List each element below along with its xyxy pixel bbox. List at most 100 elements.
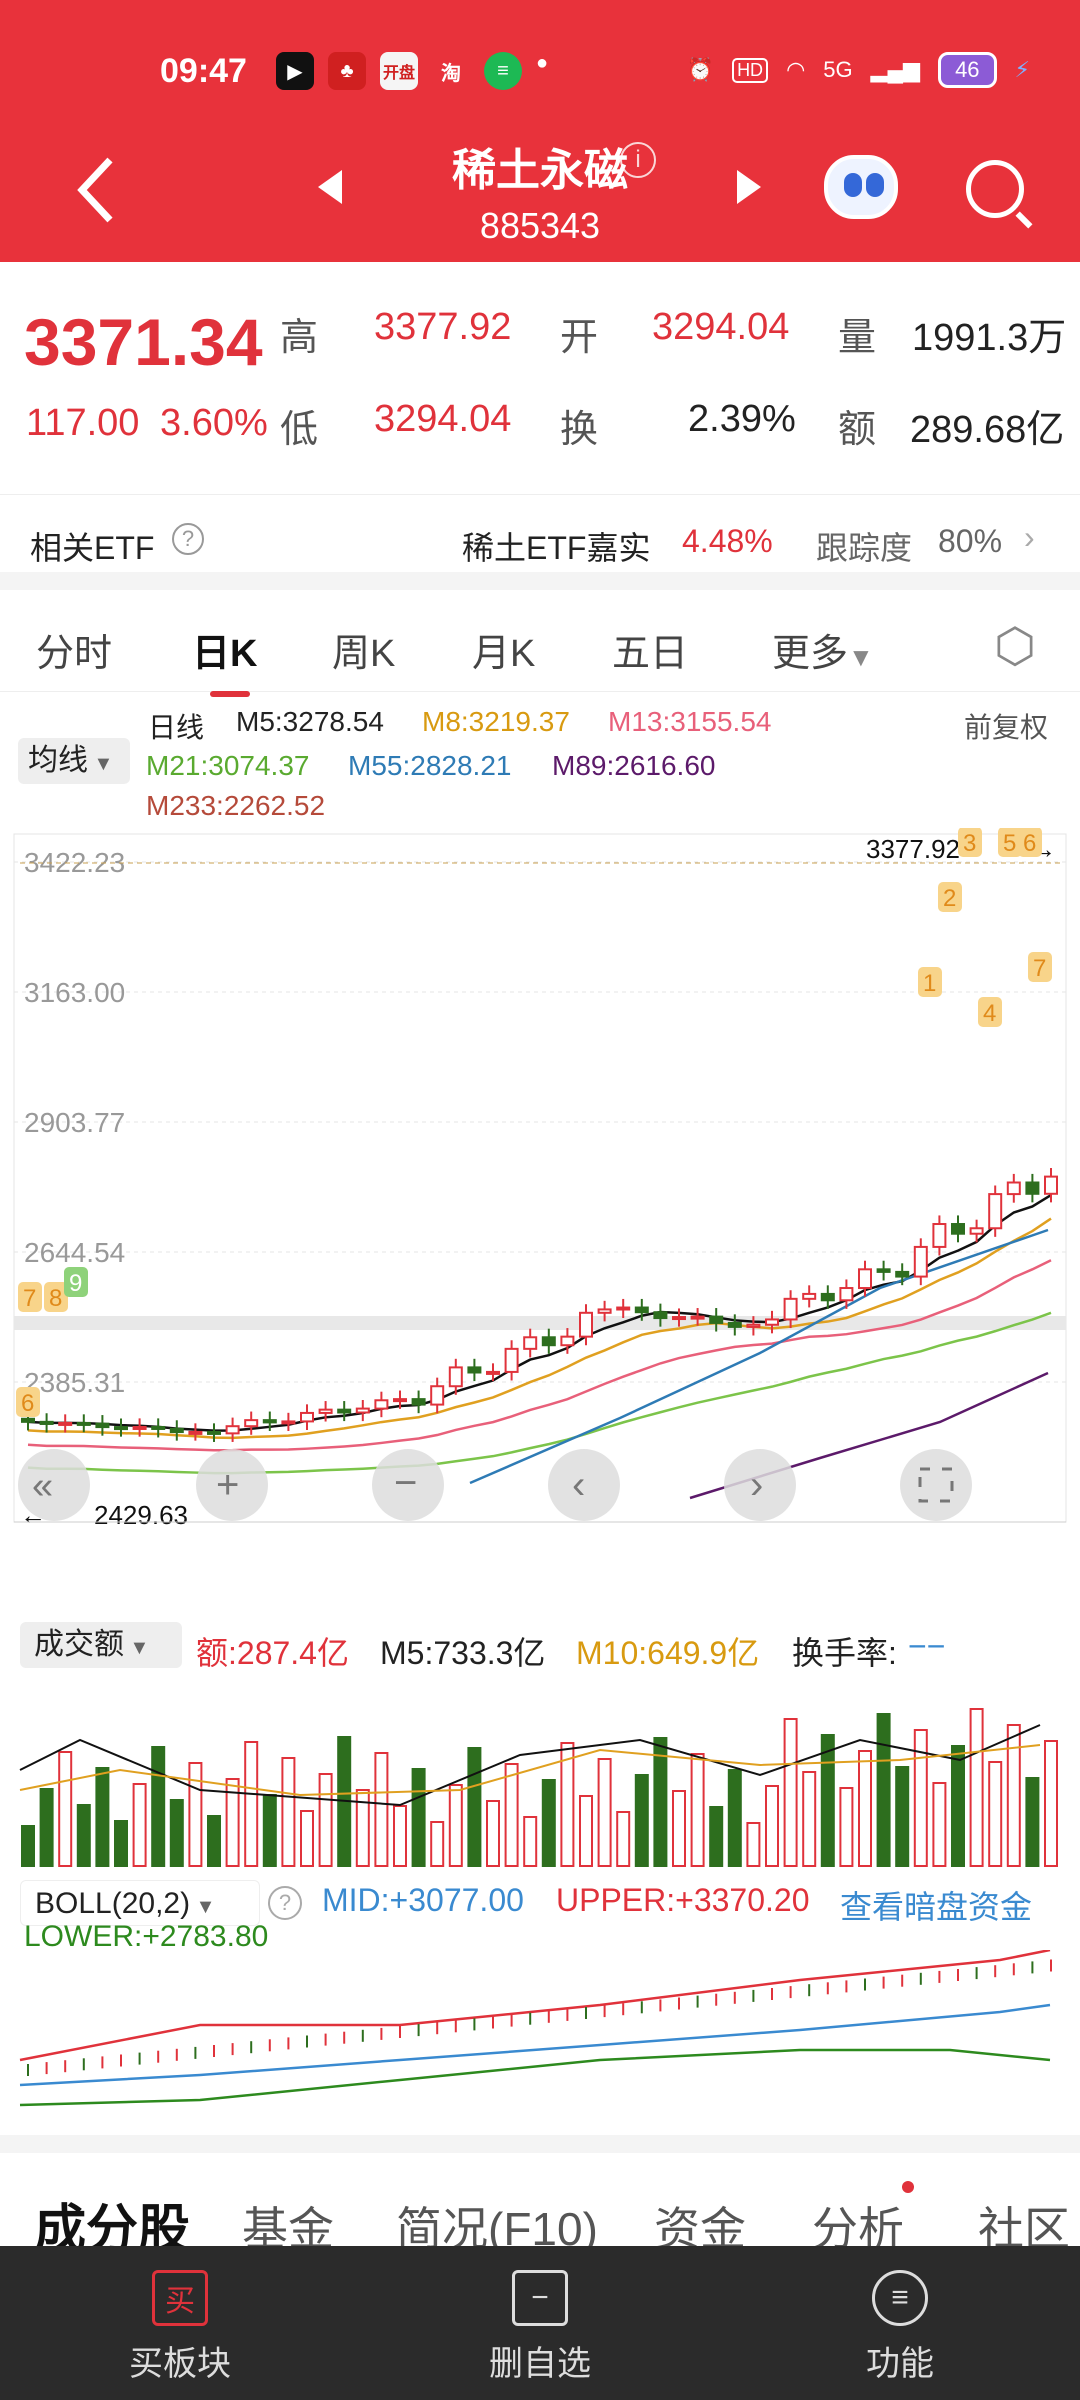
boll-upper: UPPER:+3370.20 (556, 1882, 810, 1918)
boll-chart[interactable] (0, 1950, 1080, 2126)
candle-body (746, 1323, 761, 1328)
volume-bar (151, 1746, 166, 1867)
search-icon[interactable] (966, 160, 1024, 218)
candle-body (21, 1417, 35, 1423)
candle-body (672, 1316, 686, 1321)
dropdown-icon: ▼ (190, 1896, 216, 1918)
candle-body (411, 1398, 426, 1406)
volume-bar (132, 1783, 147, 1867)
candle-body (244, 1419, 259, 1428)
candle-body (486, 1370, 500, 1375)
tab-more[interactable]: 更多▼ (772, 622, 874, 677)
dropdown-icon: ▼ (88, 753, 114, 775)
candle-body (523, 1336, 538, 1350)
volume-bar (802, 1771, 817, 1867)
ma13-value: M13:3155.54 (608, 706, 772, 737)
low-value: 3294.04 (374, 398, 512, 440)
robot-assistant-icon[interactable] (824, 155, 898, 219)
dark-pool-link[interactable]: 查看暗盘资金 (840, 1882, 1032, 1928)
ma55-line (469, 1228, 1049, 1485)
info-icon[interactable]: i (620, 142, 656, 178)
kline-ma-lines (27, 1193, 1052, 1500)
volume-bar (783, 1718, 798, 1867)
boll-mid: MID:+3077.00 (322, 1882, 524, 1918)
candle-body (114, 1426, 128, 1431)
tab-five-day[interactable]: 五日 (612, 622, 688, 677)
volume-value: 1991.3万 (912, 317, 1067, 359)
candle-body (207, 1430, 221, 1435)
etf-name: 稀土ETF嘉实 (462, 530, 651, 566)
volume-bar (690, 1753, 705, 1867)
functions-label: 功能 (866, 2345, 934, 2383)
settings-hexagon-icon[interactable]: ⬡ (994, 618, 1036, 674)
volume-bar (969, 1708, 984, 1867)
y-axis-label: 2644.54 (24, 1237, 125, 1268)
candle-body (448, 1366, 463, 1388)
ma21-value: M21:3074.37 (146, 750, 310, 781)
next-stock-icon[interactable] (737, 170, 761, 204)
fullscreen-button[interactable] (900, 1449, 972, 1521)
candle-body (876, 1268, 891, 1273)
signal-icon: ▂▄▆ (870, 57, 921, 82)
functions-button[interactable]: ≡ 功能 (720, 2246, 1080, 2385)
volume-bar (76, 1804, 91, 1867)
adjust-mode[interactable]: 前复权 (964, 706, 1048, 746)
volume-bar (820, 1734, 835, 1867)
scroll-left-button[interactable] (18, 1449, 90, 1521)
volume-bar (746, 1822, 761, 1867)
volume-bar (672, 1790, 686, 1867)
tab-weekly-k[interactable]: 周K (332, 622, 395, 677)
status-indicators: ⏰ HD ◠ 5G ▂▄▆ 46 ⚡ (687, 52, 1030, 88)
tab-intraday[interactable]: 分时 (36, 622, 112, 677)
charging-icon: ⚡ (1014, 57, 1030, 82)
volume-bar (541, 1779, 556, 1867)
change-percent: 3.60% (160, 402, 268, 444)
candle-body (95, 1422, 110, 1429)
tab-daily-k[interactable]: 日K (192, 622, 257, 697)
candle-body (969, 1227, 984, 1235)
brand-app-icon: ♣ (328, 52, 366, 90)
volume-bar (374, 1752, 389, 1867)
signal-5g: 5G (823, 57, 853, 82)
page-title: 稀土永磁 (452, 146, 628, 195)
candle-body (1025, 1181, 1040, 1195)
remove-watchlist-button[interactable]: − 删自选 (360, 2246, 720, 2385)
volume-m5: M5:733.3亿 (380, 1635, 546, 1671)
volume-bar (1025, 1777, 1040, 1867)
volume-bar (1006, 1724, 1021, 1867)
help-icon[interactable]: ? (268, 1886, 302, 1920)
help-icon[interactable]: ? (172, 523, 204, 555)
navigation-app-icon: ▶ (276, 52, 314, 90)
buy-sector-button[interactable]: 买 买板块 (0, 2246, 360, 2385)
candle-body (76, 1421, 91, 1426)
volume-bar (579, 1795, 593, 1867)
candle-body (988, 1193, 1003, 1230)
wifi-icon: ◠ (786, 57, 806, 82)
volume-bar (634, 1774, 649, 1867)
signal-marker-label: 3 (963, 830, 976, 857)
boll-upper-line (19, 1950, 1051, 2062)
ma-selector[interactable]: 均线 ▼ (18, 738, 130, 784)
tab-monthly-k[interactable]: 月K (472, 622, 535, 677)
bottom-nav: 买 买板块 − 删自选 ≡ 功能 (0, 2246, 1080, 2400)
volume-bar (448, 1784, 463, 1867)
candle-body (58, 1421, 73, 1426)
volume-bar (39, 1788, 54, 1867)
related-etf-row[interactable]: 相关ETF ? 稀土ETF嘉实 4.48% 跟踪度 80% › (0, 494, 1080, 590)
volume-label: 量 (838, 317, 877, 359)
remove-icon: − (512, 2270, 568, 2326)
candle-body (541, 1336, 556, 1347)
volume-bar (616, 1811, 631, 1867)
kline-y-labels: 3422.233163.002903.772644.542385.31 (24, 847, 125, 1398)
chat-app-icon: ≡ (484, 52, 522, 90)
volume-bar (709, 1806, 724, 1867)
status-app-icons: ▶ ♣ 开盘 淘 ≡ ● (276, 52, 548, 90)
volume-bar (58, 1751, 73, 1867)
candle-body (802, 1292, 817, 1300)
candle-body (932, 1223, 947, 1248)
kaipan-app-icon: 开盘 (380, 52, 418, 90)
kline-chart[interactable]: 3422.233163.002903.772644.542385.31 3377… (0, 828, 1080, 1528)
volume-chart[interactable] (0, 1680, 1080, 1870)
signal-marker-label: 4 (983, 1000, 996, 1027)
indicator-selector[interactable]: 成交额 ▼ (20, 1622, 182, 1668)
